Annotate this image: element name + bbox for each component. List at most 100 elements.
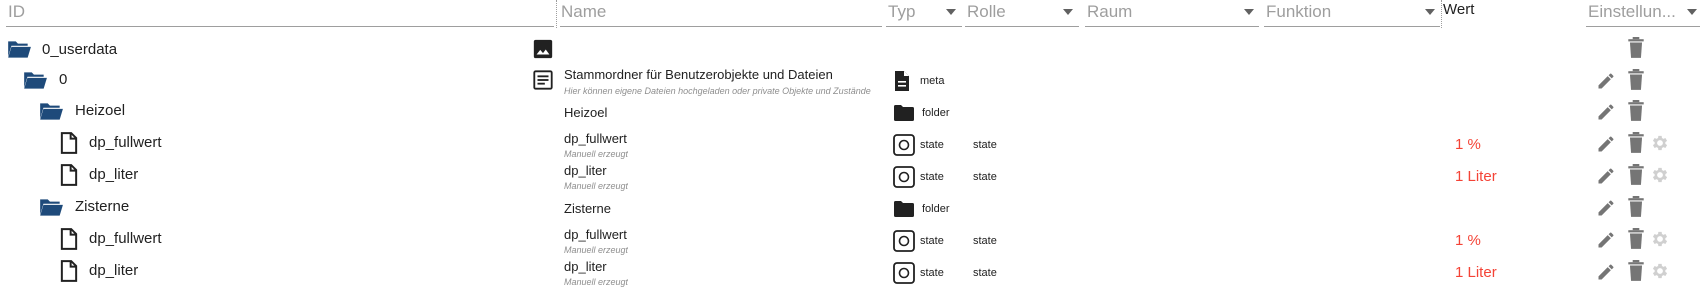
object-role: state [973,139,997,151]
folder-open-icon[interactable] [38,196,64,218]
trash-icon[interactable] [1627,37,1645,59]
object-value[interactable]: 1 % [1455,232,1481,249]
chevron-down-icon[interactable] [1244,9,1254,15]
object-description: Manuell erzeugt [564,181,629,191]
folder-icon [894,201,914,217]
meta-document-icon [895,71,909,91]
object-description: Manuell erzeugt [564,277,629,287]
name-filter-underline [560,26,882,27]
file-icon[interactable] [60,228,78,250]
trash-icon[interactable] [1627,228,1645,250]
object-type: folder [922,107,950,119]
object-id[interactable]: 0 [59,71,67,88]
file-icon[interactable] [60,164,78,186]
object-id[interactable]: dp_fullwert [89,134,162,151]
object-id[interactable]: dp_liter [89,166,138,183]
object-id[interactable]: Zisterne [75,198,129,215]
state-icon [893,230,915,252]
einstellungen-filter-underline [1586,26,1700,27]
object-name[interactable]: Zisterne [564,201,611,216]
chevron-down-icon[interactable] [1425,9,1435,15]
folder-open-icon[interactable] [22,69,48,91]
trash-icon[interactable] [1627,260,1645,282]
gear-icon[interactable] [1650,261,1670,281]
object-id[interactable]: Heizoel [75,102,125,119]
object-type: folder [922,203,950,215]
file-icon[interactable] [60,132,78,154]
object-type: state [920,171,944,183]
chevron-down-icon[interactable] [946,9,956,15]
rolle-filter-underline [965,26,1079,27]
object-type: state [920,139,944,151]
pencil-icon[interactable] [1596,262,1616,282]
object-value[interactable]: 1 Liter [1455,168,1497,185]
file-icon[interactable] [60,260,78,282]
table-row[interactable]: dp_fullwert dp_fullwert Manuell erzeugt … [0,129,1703,161]
wert-column-header: Wert [1443,1,1475,18]
table-row[interactable]: Heizoel Heizoel folder [0,97,1703,129]
object-description: Hier können eigene Dateien hochgeladen o… [564,86,871,96]
object-type: state [920,235,944,247]
folder-open-icon[interactable] [6,38,32,60]
state-icon [893,134,915,156]
object-description: Manuell erzeugt [564,245,629,255]
pencil-icon[interactable] [1596,102,1616,122]
pencil-icon[interactable] [1596,230,1616,250]
chevron-down-icon[interactable] [1063,9,1073,15]
table-row[interactable]: 0 Stammordner für Benutzerobjekte und Da… [0,65,1703,97]
id-filter-underline [6,26,554,27]
rolle-filter-label[interactable]: Rolle [967,2,1006,22]
object-name[interactable]: dp_fullwert [564,131,627,146]
object-type: state [920,267,944,279]
description-icon[interactable] [532,69,554,91]
pencil-icon[interactable] [1596,166,1616,186]
object-description: Manuell erzeugt [564,149,629,159]
object-value[interactable]: 1 % [1455,136,1481,153]
name-filter-placeholder[interactable]: Name [561,2,606,22]
funktion-filter-label[interactable]: Funktion [1266,2,1331,22]
gear-icon[interactable] [1650,229,1670,249]
trash-icon[interactable] [1627,196,1645,218]
column-resizer[interactable] [1441,0,1442,28]
pencil-icon[interactable] [1596,198,1616,218]
trash-icon[interactable] [1627,132,1645,154]
pencil-icon[interactable] [1596,134,1616,154]
object-role: state [973,235,997,247]
chevron-down-icon[interactable] [1687,9,1697,15]
table-row[interactable]: dp_liter dp_liter Manuell erzeugt state … [0,257,1703,287]
typ-filter-label[interactable]: Typ [888,2,915,22]
table-row[interactable]: dp_liter dp_liter Manuell erzeugt state … [0,161,1703,193]
object-id[interactable]: 0_userdata [42,41,117,58]
folder-open-icon[interactable] [38,100,64,122]
object-name[interactable]: Heizoel [564,105,607,120]
column-resizer[interactable] [556,0,557,28]
image-icon[interactable] [532,38,554,60]
trash-icon[interactable] [1627,164,1645,186]
object-role: state [973,171,997,183]
object-name[interactable]: dp_fullwert [564,227,627,242]
object-name[interactable]: dp_liter [564,163,607,178]
object-name[interactable]: dp_liter [564,259,607,274]
object-role: state [973,267,997,279]
raum-filter-underline [1085,26,1259,27]
folder-icon [894,105,914,121]
gear-icon[interactable] [1650,133,1670,153]
table-row[interactable]: Zisterne Zisterne folder [0,193,1703,225]
id-filter-placeholder[interactable]: ID [8,2,25,22]
table-row[interactable]: dp_fullwert dp_fullwert Manuell erzeugt … [0,225,1703,257]
object-name[interactable]: Stammordner für Benutzerobjekte und Date… [564,67,833,82]
object-type: meta [920,75,945,87]
object-id[interactable]: dp_liter [89,262,138,279]
object-id[interactable]: dp_fullwert [89,230,162,247]
pencil-icon[interactable] [1596,71,1616,91]
einstellungen-filter-label[interactable]: Einstellun... [1588,2,1676,22]
trash-icon[interactable] [1627,100,1645,122]
object-value[interactable]: 1 Liter [1455,264,1497,281]
raum-filter-label[interactable]: Raum [1087,2,1132,22]
state-icon [893,262,915,284]
gear-icon[interactable] [1650,165,1670,185]
table-row[interactable]: 0_userdata [0,33,1703,65]
state-icon [893,166,915,188]
funktion-filter-underline [1264,26,1440,27]
trash-icon[interactable] [1627,69,1645,91]
